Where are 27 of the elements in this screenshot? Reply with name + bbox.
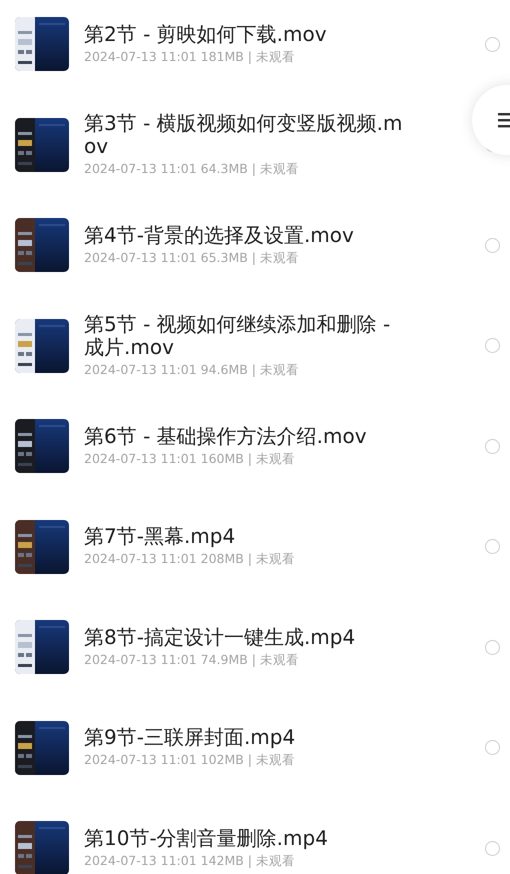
file-details: 2024-07-13 11:01 74.9MB | 未观看	[84, 652, 300, 669]
file-name: 第2节 - 剪映如何下载.mov	[84, 22, 328, 46]
select-radio[interactable]	[485, 238, 500, 253]
select-radio[interactable]	[485, 539, 500, 554]
file-name: 第4节-背景的选择及设置.mov	[84, 224, 355, 247]
file-details: 2024-07-13 11:01 94.6MB | 未观看	[84, 362, 300, 379]
select-radio[interactable]	[485, 438, 500, 454]
select-radio[interactable]	[485, 338, 500, 354]
select-radio[interactable]	[485, 36, 500, 52]
file-name: 第5节 - 视频如何继续添加和删除 - 成片.mov	[84, 312, 392, 359]
file-name: 第6节 - 基础操作方法介绍.mov	[84, 424, 368, 448]
file-details: 2024-07-13 11:01 102MB | 未观看	[84, 752, 296, 770]
file-name: 第8节-搞定设计一键生成.mp4	[84, 626, 356, 649]
file-details: 2024-07-13 11:01 142MB | 未观看	[84, 852, 296, 870]
select-radio[interactable]	[485, 840, 500, 856]
file-details: 2024-07-13 11:01 208MB | 未观看	[84, 551, 296, 568]
file-details: 2024-07-13 11:01 65.3MB | 未观看	[84, 250, 300, 267]
file-name: 第9节-三联屏封面.mp4	[84, 726, 296, 750]
file-details: 2024-07-13 11:01 64.3MB | 未观看	[84, 160, 300, 178]
file-name: 第7节-黑幕.mp4	[84, 525, 236, 548]
file-details: 2024-07-13 11:01 160MB | 未观看	[84, 450, 296, 468]
file-details: 2024-07-13 11:01 181MB | 未观看	[84, 48, 296, 66]
select-radio[interactable]	[485, 640, 500, 655]
file-name: 第3节 - 横版视频如何变竖版视频.mov	[84, 112, 404, 158]
menu-icon	[498, 111, 510, 129]
file-name: 第10节-分割音量删除.mp4	[84, 826, 329, 850]
select-radio[interactable]	[485, 740, 500, 756]
